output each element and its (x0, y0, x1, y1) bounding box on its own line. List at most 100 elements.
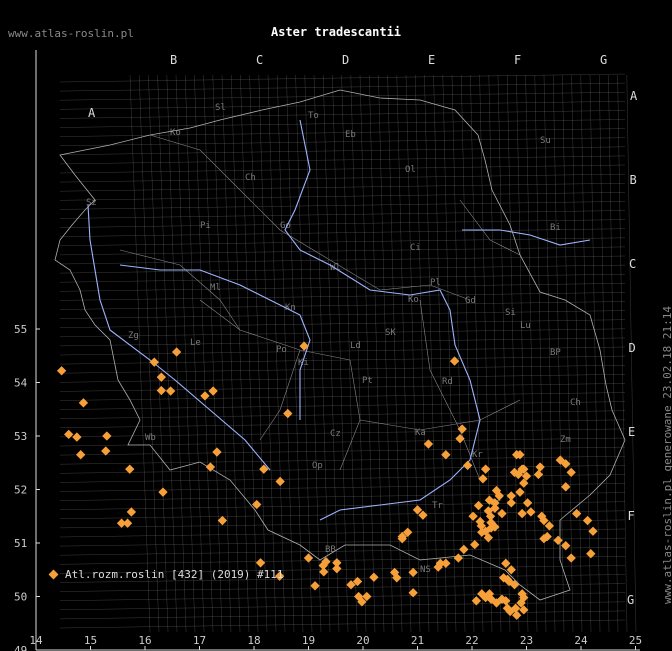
region-label: Ol (405, 165, 416, 175)
record-point (470, 539, 480, 550)
region-label: Po (276, 345, 287, 355)
grid-line-h (59, 246, 626, 256)
record-point (497, 508, 507, 519)
grid-line-h (59, 73, 626, 83)
record-point (158, 487, 168, 497)
record-point (535, 462, 545, 472)
region-label: Lu (520, 321, 531, 331)
record-point (408, 567, 418, 578)
x-tick-label: 16 (138, 634, 151, 647)
grid-line-h (59, 601, 626, 610)
region-label: Wb (145, 433, 156, 443)
grid-line-h (59, 319, 626, 328)
grid-line-h (59, 301, 626, 310)
record-point (56, 366, 67, 376)
grid-line-h (59, 119, 626, 128)
grid-line-h (59, 192, 626, 201)
grid-letter-top: E (428, 53, 435, 67)
record-point (275, 476, 285, 487)
y-tick-label: 52 (14, 484, 27, 497)
grid-line-h (59, 210, 626, 219)
grid-line-v (231, 74, 250, 633)
x-tick-label: 17 (193, 634, 206, 647)
record-point (561, 482, 571, 492)
record-point (76, 450, 86, 460)
generated-note: www.atlas-roslin.pl generowane 23.02.18 … (661, 305, 672, 604)
record-point (526, 507, 536, 517)
grid-line-h (59, 547, 626, 556)
grid-line-v (507, 74, 520, 633)
grid-line-h (59, 155, 626, 165)
grid-line-v (249, 74, 268, 633)
record-point (303, 553, 314, 563)
record-point (501, 558, 511, 568)
grid-line-v (221, 74, 241, 633)
grid-letter-top: D (342, 53, 349, 67)
grid-line-v (608, 74, 619, 633)
record-point (553, 535, 563, 545)
region-label: Zg (128, 331, 139, 341)
record-point (200, 391, 210, 401)
x-tick-label: 14 (29, 634, 43, 647)
grid-letter-top: G (600, 53, 607, 67)
bug-river (462, 229, 591, 246)
grid-line-h (59, 610, 626, 620)
record-point (473, 500, 484, 511)
region-label: Tr (432, 501, 443, 511)
grid-line-v (589, 74, 601, 633)
record-point (566, 467, 576, 478)
grid-line-v (488, 74, 502, 633)
y-tick-label: 54 (14, 377, 28, 390)
record-point (449, 356, 460, 366)
x-tick-label: 15 (84, 634, 97, 647)
region-label: BP (550, 348, 561, 358)
region-label: Rd (442, 377, 453, 387)
grid-letter-right: G (627, 593, 634, 607)
region-label: Pi (200, 221, 211, 231)
grid-line-h (59, 355, 626, 365)
grid-letter-left: A (88, 106, 96, 120)
grid-line-v (497, 74, 511, 633)
grid-line-v (396, 74, 412, 633)
grid-letter-right: B (630, 173, 637, 187)
distribution-map: B C D E F GAABCDEFGSlKoChPi GoSzZgLeWbPoKnLdPt… (14, 50, 642, 651)
grid-line-v (470, 74, 484, 633)
grid-line-h (59, 183, 626, 192)
grid-line-v (350, 74, 367, 633)
grid-letter-right: C (629, 257, 636, 271)
region-label: Le (190, 338, 201, 348)
region-label: Cz (330, 429, 341, 439)
region-label: Sl (215, 103, 226, 113)
grid-line-v (341, 74, 358, 633)
grid-line-v (286, 74, 304, 633)
record-point (72, 432, 82, 442)
grid-line-h (59, 292, 626, 301)
grid-line-h (59, 392, 626, 401)
x-tick-label: 25 (629, 634, 642, 647)
grid-line-h (59, 164, 626, 174)
y-tick-label: 53 (14, 430, 27, 443)
record-point (217, 515, 228, 526)
record-point (283, 408, 293, 419)
x-tick-label: 18 (247, 634, 260, 647)
record-point (319, 567, 329, 577)
grid-line-v (369, 74, 385, 633)
grid-line-h (59, 274, 626, 283)
grid-line-h (59, 328, 626, 337)
record-point (208, 386, 218, 396)
x-tick-label: 24 (574, 634, 588, 647)
record-point (441, 558, 451, 568)
legend-label: Atl.rozm.roslin [432] (2019) #111 (65, 568, 284, 581)
y-tick-label: 51 (14, 537, 27, 550)
record-point (453, 553, 464, 563)
record-point (588, 526, 598, 536)
record-point (369, 572, 379, 582)
x-tick-label: 19 (302, 634, 315, 647)
record-point (255, 558, 266, 568)
grid-line-v (194, 74, 214, 633)
grid-line-h (59, 283, 626, 292)
grid-line-v (617, 74, 628, 633)
grid-line-v (258, 74, 277, 633)
x-tick-label: 21 (411, 634, 424, 647)
x-tick-label: 22 (465, 634, 478, 647)
